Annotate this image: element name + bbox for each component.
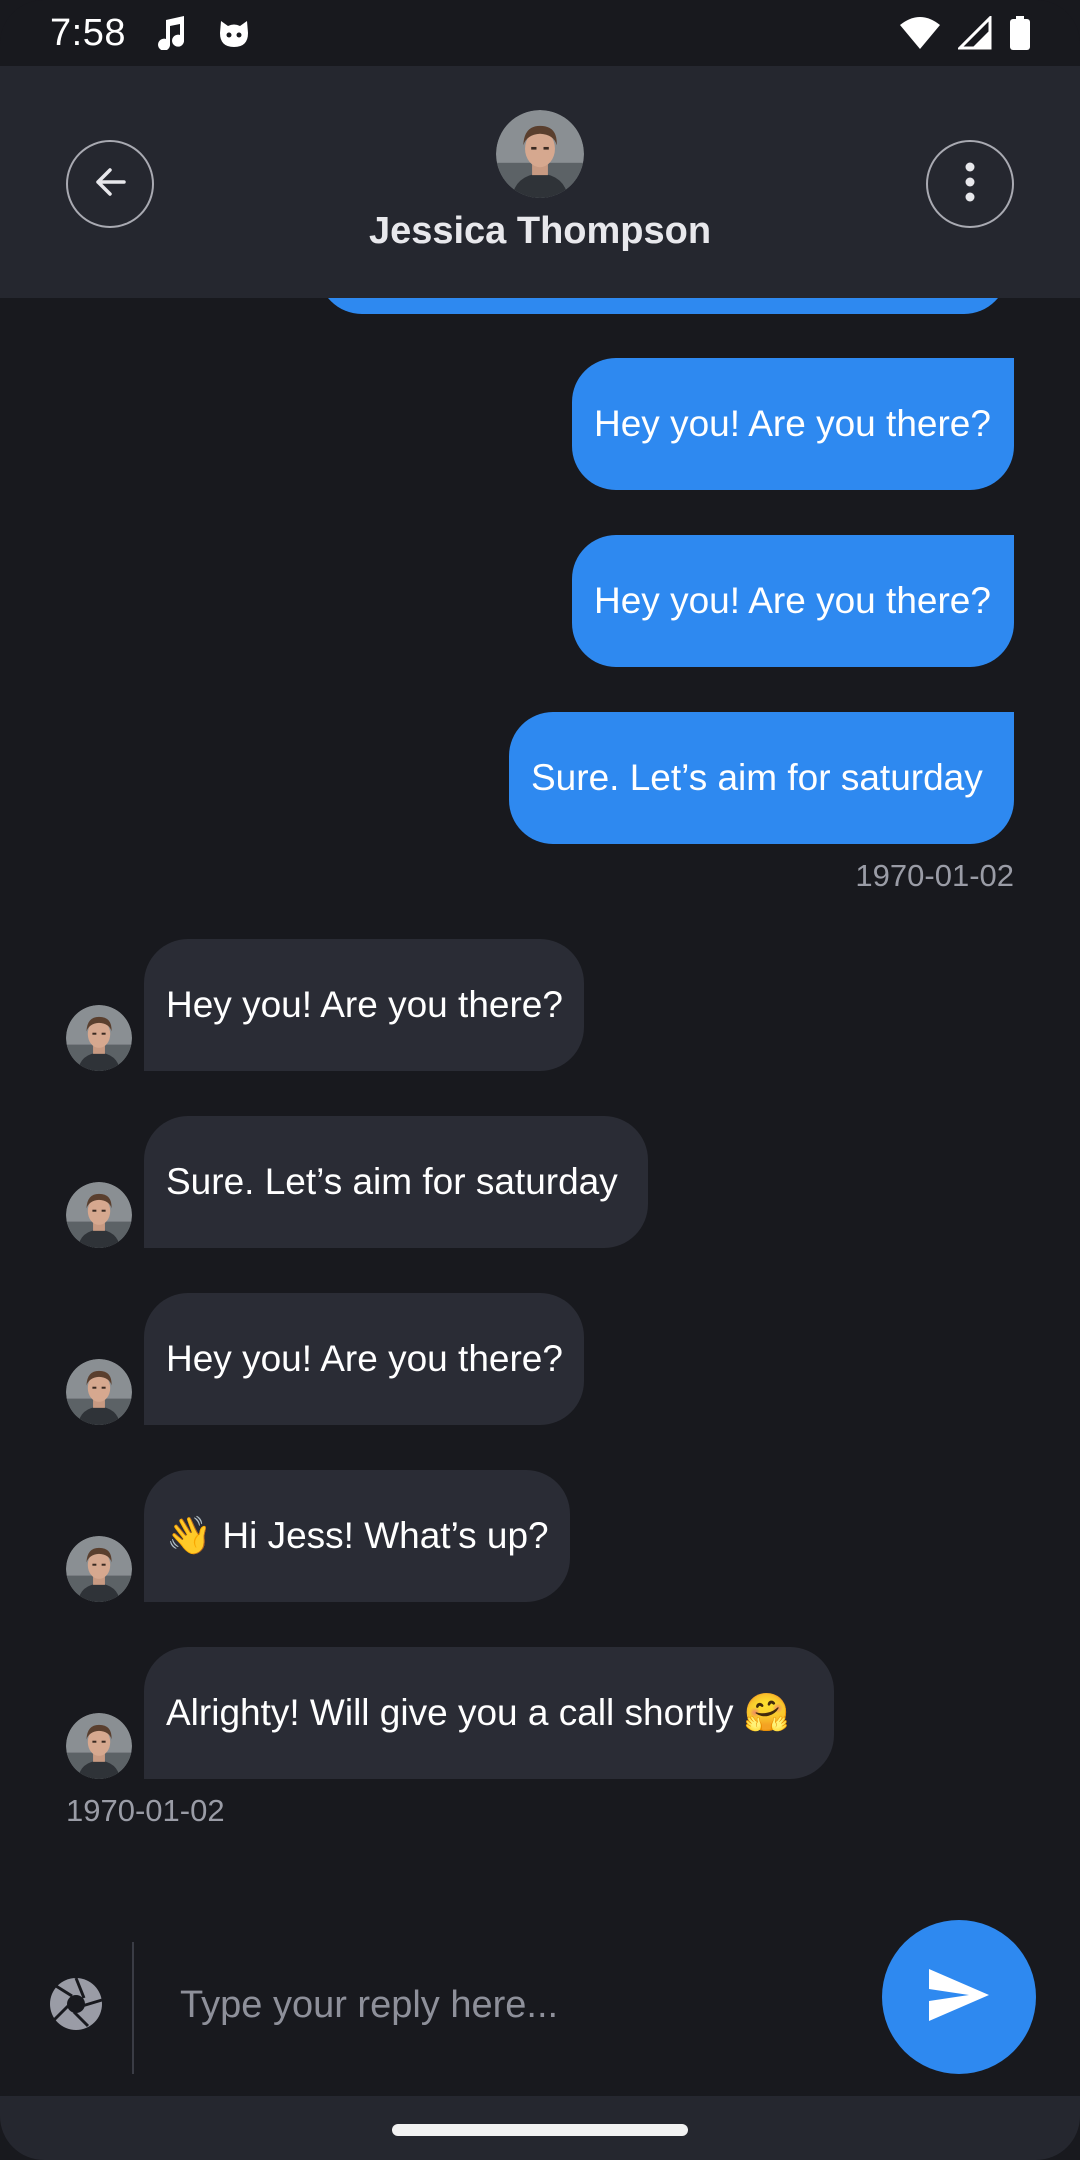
contact-avatar-large[interactable] — [496, 110, 584, 198]
message-list[interactable]: Hey you! Are you there? Hey you! Are you… — [0, 0, 1080, 2160]
contact-avatar — [66, 1359, 132, 1425]
outgoing-message-bubble[interactable]: Sure. Let’s aim for saturday — [509, 712, 1014, 844]
message-timestamp: 1970-01-02 — [855, 858, 1014, 893]
incoming-message-bubble[interactable]: Sure. Let’s aim for saturday — [144, 1116, 648, 1248]
system-nav-bar — [0, 2096, 1080, 2160]
reply-input[interactable] — [180, 1960, 860, 2050]
arrow-left-icon — [90, 162, 130, 207]
composer-divider — [132, 1942, 134, 2074]
chat-screen: 7:58 Hey you! Are you there? Hey you! Ar… — [0, 0, 1080, 2160]
chat-header: Jessica Thompson — [0, 66, 1080, 298]
incoming-message-bubble[interactable]: Alrighty! Will give you a call shortly 🤗 — [144, 1647, 834, 1779]
incoming-message-bubble[interactable]: 👋 Hi Jess! What’s up? — [144, 1470, 570, 1602]
message-composer — [0, 1920, 1080, 2096]
more-options-button[interactable] — [926, 140, 1014, 228]
contact-avatar — [66, 1005, 132, 1071]
incoming-message-bubble[interactable]: Hey you! Are you there? — [144, 939, 584, 1071]
outgoing-message-bubble[interactable]: Hey you! Are you there? — [572, 358, 1014, 490]
send-icon — [927, 1967, 991, 2028]
camera-aperture-icon — [48, 1977, 104, 2036]
more-vertical-icon — [964, 162, 976, 207]
send-button[interactable] — [882, 1920, 1036, 2074]
home-indicator[interactable] — [392, 2124, 688, 2136]
contact-avatar — [66, 1713, 132, 1779]
contact-name: Jessica Thompson — [368, 210, 712, 252]
contact-avatar — [66, 1536, 132, 1602]
incoming-message-bubble[interactable]: Hey you! Are you there? — [144, 1293, 584, 1425]
outgoing-message-bubble[interactable]: Hey you! Are you there? — [572, 535, 1014, 667]
contact-avatar — [66, 1182, 132, 1248]
camera-button[interactable] — [48, 1976, 104, 2032]
message-timestamp: 1970-01-02 — [66, 1793, 225, 1828]
